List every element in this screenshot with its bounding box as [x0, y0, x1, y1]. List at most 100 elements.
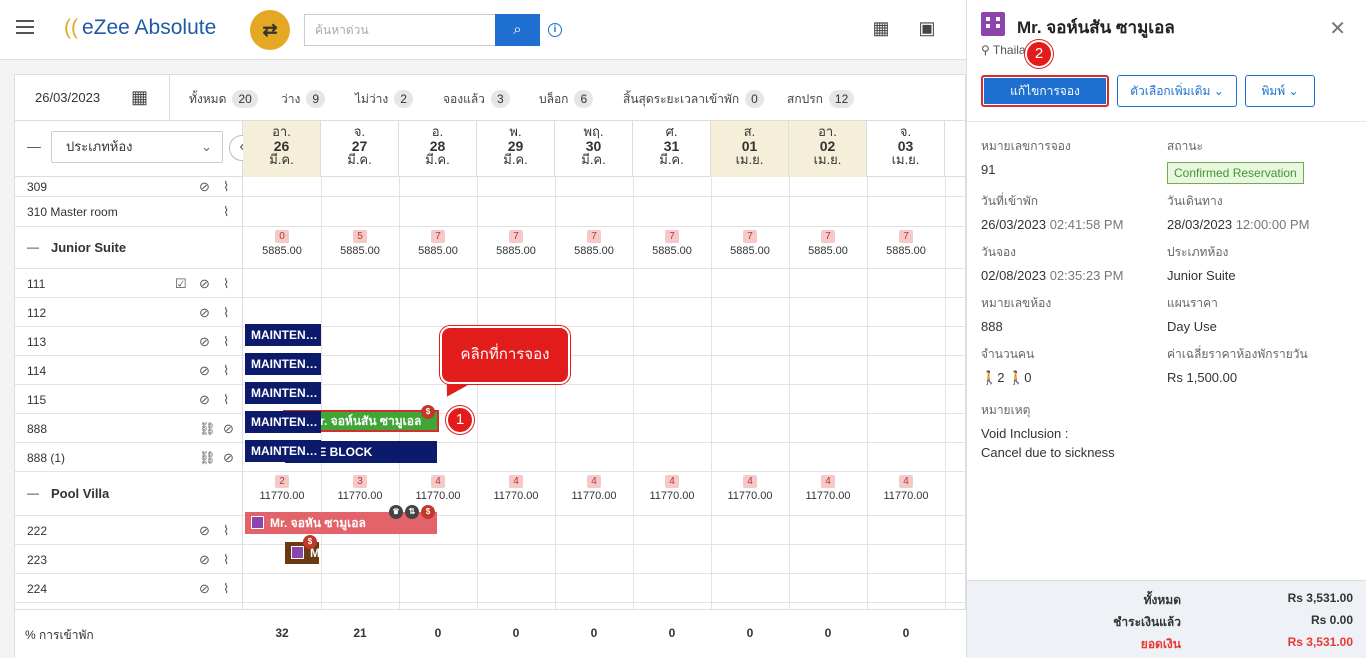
no-smoking-icon: ⊘	[199, 362, 210, 378]
availability-cell: 4 11770.00	[805, 475, 851, 502]
search-icon[interactable]: ⌕	[495, 14, 540, 46]
stat-dirty[interactable]: สกปรก 12	[787, 90, 855, 109]
info-icon[interactable]: i	[548, 23, 562, 37]
building-icon	[251, 516, 264, 529]
room-row[interactable]: 222 ⊘ ⌇	[15, 516, 967, 545]
add-calendar-icon[interactable]: ▦	[870, 18, 892, 40]
checkbox-icon: ☑	[175, 275, 187, 291]
collapse-icon[interactable]: —	[27, 138, 41, 154]
room-row[interactable]: 112 ⊘ ⌇	[15, 298, 967, 327]
totals-footer: ทั้งหมด Rs 3,531.00 ชำระเงินแล้ว Rs 0.00 ย…	[967, 580, 1366, 657]
stat-total[interactable]: ทั้งหมด 20	[189, 90, 258, 109]
crown-icon: ♛	[389, 505, 403, 519]
field-pax: จำนวนคน 🚶2 🚶0	[981, 347, 1035, 385]
more-options-button[interactable]: ตัวเลือกเพิ่มเติม ⌄	[1117, 75, 1237, 107]
stat-reserved[interactable]: จองแล้ว 3	[443, 90, 510, 109]
maintenance-block[interactable]: MAINTEN…	[245, 411, 321, 433]
split-icon: ⇅	[405, 505, 419, 519]
guest-name: Mr. จอห์นสัน ซามูเอล	[1017, 18, 1175, 37]
building-icon	[291, 546, 304, 559]
close-icon[interactable]: ✕	[1329, 16, 1346, 41]
no-smoking-icon: ⊘	[199, 275, 210, 291]
field-rate-plan: แผนราคา Day Use	[1167, 296, 1218, 334]
availability-cell: 2 11770.00	[259, 475, 305, 502]
maintenance-block[interactable]: MAINTEN…	[245, 353, 321, 375]
room-type-row[interactable]: Pool Villa — 2 11770.00 3 11770.00 4 11770.00 4 1…	[15, 472, 967, 516]
room-row[interactable]: 310 Master room ⌇	[15, 197, 967, 227]
step-1-marker: 1	[446, 406, 474, 434]
dollar-icon: $	[421, 505, 435, 519]
board-date[interactable]: 26/03/2023	[35, 90, 100, 105]
row-label: 114	[27, 364, 47, 378]
location-pin-icon: ⚲	[981, 43, 990, 57]
collapse-icon[interactable]: —	[27, 240, 39, 254]
maintenance-block[interactable]: MAINTEN…	[245, 324, 321, 346]
no-smoking-icon: ⊘	[199, 551, 210, 567]
step-2-marker: 2	[1025, 40, 1053, 68]
stat-vacant[interactable]: ว่าง 9	[281, 90, 326, 109]
day-column-header: อา. 02 เม.ย.	[789, 121, 867, 177]
availability-cell: 3 11770.00	[337, 475, 383, 502]
room-row[interactable]: 115 ⊘ ⌇	[15, 385, 967, 414]
app-logo[interactable]: ((eZee Absolute	[64, 16, 216, 40]
calendar-icon[interactable]: ▦	[131, 87, 148, 108]
menu-icon[interactable]	[16, 20, 34, 34]
stat-blocked[interactable]: บล็อก 6	[539, 90, 594, 109]
clean-icon: ⌇	[223, 275, 230, 291]
no-smoking-icon: ⊘	[199, 580, 210, 596]
field-notes: หมายเหตุ Void Inclusion : Cancel due to si…	[981, 403, 1115, 460]
room-row[interactable]: 888 ⛓ ⊘	[15, 414, 967, 443]
maintenance-block[interactable]: MAINTEN…	[245, 440, 321, 462]
occupancy-value: 0	[902, 626, 910, 640]
row-label: Pool Villa	[51, 486, 110, 501]
room-type-row[interactable]: Junior Suite — 0 5885.00 5 5885.00 7 5885.00 7 58…	[15, 227, 967, 269]
room-row[interactable]: 111 ☑ ⊘ ⌇	[15, 269, 967, 298]
room-grid: — ประเภทห้อง ⌄ ‹ อา. 26 มี.ค. จ. 27 มี.ค. อ. 28 ม…	[15, 121, 967, 658]
link-icon: ⛓	[199, 449, 216, 465]
field-checkout: วันเดินทาง 28/03/2023 12:00:00 PM	[1167, 194, 1310, 232]
clean-icon: ⌇	[223, 179, 230, 194]
maintenance-block[interactable]: MAINTEN…	[245, 382, 321, 404]
stat-due-out[interactable]: สิ้นสุดระยะเวลาเข้าพัก 0	[623, 90, 764, 109]
availability-cell: 7 5885.00	[652, 230, 692, 257]
clean-icon: ⌇	[223, 204, 230, 219]
stat-occupied[interactable]: ไม่ว่าง 2	[355, 90, 413, 109]
no-smoking-icon: ⊘	[199, 391, 210, 407]
availability-cell: 4 11770.00	[727, 475, 773, 502]
no-smoking-icon: ⊘	[199, 179, 210, 194]
clean-icon: ⌇	[223, 551, 230, 567]
quick-search-input[interactable]: ค้นหาด่วน	[304, 14, 496, 46]
reservation-panel: Mr. จอห์นสัน ซามูเอล ✕ ⚲ Thailand 2 แก้ไ…	[966, 0, 1366, 657]
building-icon	[981, 12, 1005, 36]
room-row[interactable]: 223 ⊘ ⌇	[15, 545, 967, 574]
status-badge: Confirmed Reservation	[1167, 162, 1304, 184]
no-smoking-icon: ⊘	[199, 522, 210, 538]
field-room-type: ประเภทห้อง Junior Suite	[1167, 245, 1236, 283]
availability-cell: 0 5885.00	[262, 230, 302, 257]
availability-cell: 4 11770.00	[883, 475, 929, 502]
occupancy-value: 0	[824, 626, 832, 640]
day-column-header: จ. 03 เม.ย.	[867, 121, 945, 177]
edit-reservation-button[interactable]: แก้ไขการจอง	[981, 75, 1109, 107]
occupancy-row: % การเข้าพัก 32 21 0 0 0 0 0 0 0	[15, 609, 967, 658]
availability-cell: 5 5885.00	[340, 230, 380, 257]
clean-icon: ⌇	[223, 391, 230, 407]
field-status: สถานะ Confirmed Reservation	[1167, 137, 1304, 184]
collapse-icon[interactable]: —	[27, 486, 39, 500]
room-row[interactable]: 309 ⊘ ⌇	[15, 177, 967, 197]
availability-cell: 7 5885.00	[574, 230, 614, 257]
day-column-header: พฤ. 30 มี.ค.	[555, 121, 633, 177]
print-button[interactable]: พิมพ์ ⌄	[1245, 75, 1315, 107]
calendar-check-icon[interactable]: ▣	[916, 18, 938, 40]
room-row[interactable]: 224 ⊘ ⌇	[15, 574, 967, 603]
field-room-no: หมายเลขห้อง 888	[981, 296, 1052, 334]
clean-icon: ⌇	[223, 522, 230, 538]
room-type-select[interactable]: ประเภทห้อง ⌄	[51, 131, 223, 163]
occupancy-value: 0	[434, 626, 442, 640]
occupancy-value: 0	[746, 626, 754, 640]
no-smoking-icon: ⊘	[223, 420, 234, 436]
no-smoking-icon: ⊘	[199, 333, 210, 349]
room-row[interactable]: 888 (1) ⛓ ⊘	[15, 443, 967, 472]
day-column-header: อา. 26 มี.ค.	[243, 121, 321, 177]
shuffle-icon[interactable]: ⇄	[250, 10, 290, 50]
